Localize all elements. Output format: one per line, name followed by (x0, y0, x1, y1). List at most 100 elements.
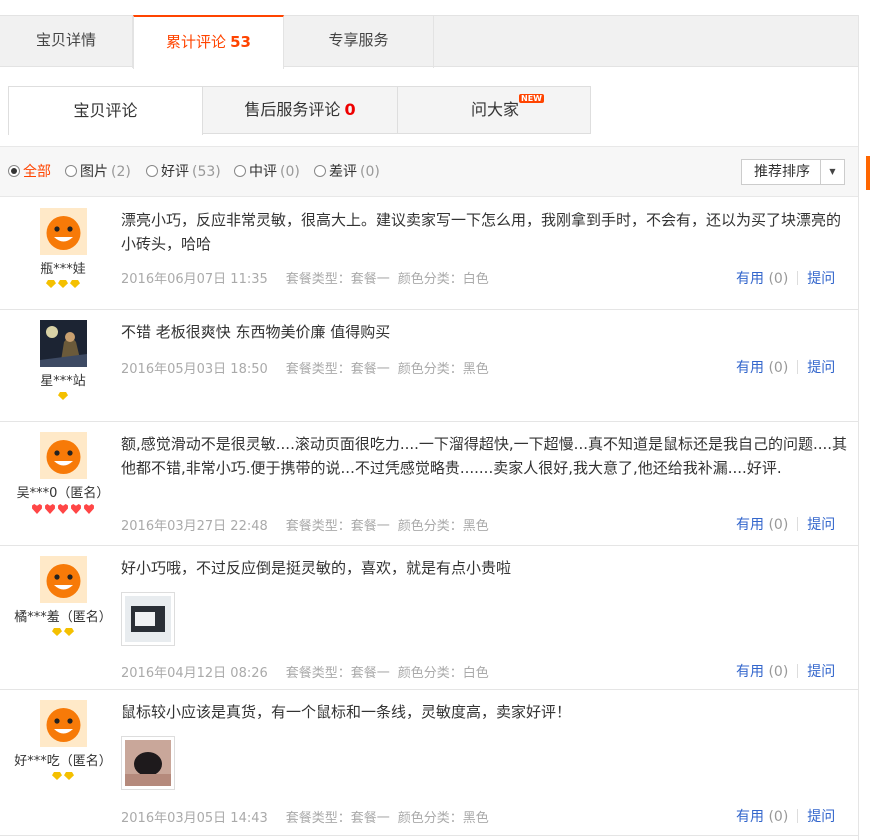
review-text: 鼠标较小应该是真货，有一个鼠标和一条线，灵敏度高，卖家好评！ (121, 703, 572, 721)
avatar (40, 208, 87, 255)
review-color: 颜色分类：白色 (397, 666, 489, 681)
review-actions: 有用 (0) 提问 (736, 514, 835, 534)
review-meta: 2016年05月03日 18:50 套餐类型：套餐一 颜色分类：黑色 (121, 358, 507, 377)
avatar (40, 556, 87, 603)
filter-pictures[interactable]: 图片 (2) (65, 163, 131, 181)
review-color: 颜色分类：黑色 (397, 811, 489, 826)
review-date: 2016年06月07日 11:35 (121, 272, 268, 287)
avatar (40, 700, 87, 747)
radio-icon (234, 165, 246, 177)
useful-label: 有用 (736, 517, 764, 533)
diamond-icon (58, 392, 68, 400)
reviewer-level (0, 772, 126, 784)
filter-bad[interactable]: 差评 (0) (314, 163, 380, 181)
after-sale-count: 0 (344, 100, 356, 119)
ask-button[interactable]: 提问 (807, 517, 835, 533)
diamond-icon (58, 280, 68, 288)
filter-count: (2) (111, 164, 131, 180)
filter-label: 全部 (23, 164, 51, 180)
avatar (40, 320, 87, 367)
ask-button[interactable]: 提问 (807, 664, 835, 680)
review-item: 瓶***娃 漂亮小巧，反应非常灵敏，很高大上。建议卖家写一下怎么用，我刚拿到手时… (0, 198, 858, 310)
filter-label: 好评 (161, 164, 189, 180)
new-badge: NEW (519, 94, 544, 103)
review-text: 漂亮小巧，反应非常灵敏，很高大上。建议卖家写一下怎么用，我刚拿到手时，不会有，还… (121, 211, 842, 253)
side-accent-bar (866, 156, 870, 190)
review-text: 好小巧哦，不过反应倒是挺灵敏的，喜欢，就是有点小贵啦 (121, 559, 512, 577)
review-meta: 2016年06月07日 11:35 套餐类型：套餐一 颜色分类：白色 (121, 268, 507, 287)
sort-dropdown[interactable]: 推荐排序 ▼ (741, 159, 845, 185)
tab-label: 宝贝详情 (35, 31, 96, 49)
reviewer-name: 星***站 (40, 374, 86, 389)
review-package: 套餐类型：套餐一 (285, 666, 390, 681)
filter-good[interactable]: 好评 (53) (146, 163, 221, 181)
heart-icon (58, 504, 68, 514)
subtab-item-reviews[interactable]: 宝贝评论 (8, 86, 203, 135)
review-date: 2016年03月27日 22:48 (121, 519, 268, 534)
filter-count: (0) (280, 164, 300, 180)
diamond-icon (52, 628, 62, 636)
reviewer-name: 橘***羞（匿名） (14, 610, 112, 625)
ask-button[interactable]: 提问 (807, 271, 835, 287)
review-actions: 有用 (0) 提问 (736, 268, 835, 288)
tab-label: 累计评论 (166, 33, 227, 51)
reviewer-name: 吴***0（匿名） (16, 486, 110, 501)
ask-button[interactable]: 提问 (807, 360, 835, 376)
useful-count: (0) (768, 517, 789, 533)
subtab-after-sale[interactable]: 售后服务评论 0 (203, 86, 398, 134)
heart-icon (71, 504, 81, 514)
subtab-label: 问大家 (470, 100, 519, 119)
useful-button[interactable]: 有用 (0) (736, 517, 788, 533)
useful-count: (0) (768, 271, 789, 287)
reviews-count: 53 (230, 33, 251, 51)
review-date: 2016年03月05日 14:43 (121, 811, 268, 826)
divider (797, 664, 799, 678)
review-item: 好***吃（匿名） 鼠标较小应该是真货，有一个鼠标和一条线，灵敏度高，卖家好评！… (0, 690, 858, 836)
useful-button[interactable]: 有用 (0) (736, 664, 788, 680)
heart-icon (84, 504, 94, 514)
review-package: 套餐类型：套餐一 (285, 811, 390, 826)
heart-icon (45, 504, 55, 514)
filter-label: 中评 (249, 164, 277, 180)
tab-reviews[interactable]: 累计评论 53 (133, 15, 284, 69)
review-actions: 有用 (0) 提问 (736, 661, 835, 681)
tab-service[interactable]: 专享服务 (284, 15, 434, 68)
review-item: 吴***0（匿名） 额,感觉滑动不是很灵敏....滚动页面很吃力....一下溜得… (0, 422, 858, 546)
subtab-label: 售后服务评论 (244, 100, 341, 119)
divider (797, 517, 799, 531)
review-photo-thumbnail[interactable] (121, 736, 175, 790)
radio-icon (146, 165, 158, 177)
divider (797, 271, 799, 285)
diamond-icon (46, 280, 56, 288)
review-text: 不错 老板很爽快 东西物美价廉 值得购买 (121, 323, 391, 341)
review-color: 颜色分类：黑色 (397, 362, 489, 377)
filter-all[interactable]: 全部 (8, 163, 51, 181)
diamond-icon (52, 772, 62, 780)
useful-button[interactable]: 有用 (0) (736, 271, 788, 287)
reviewer-level (0, 392, 126, 404)
heart-icon (32, 504, 42, 514)
review-actions: 有用 (0) 提问 (736, 806, 835, 826)
useful-button[interactable]: 有用 (0) (736, 809, 788, 825)
reviewer-name: 瓶***娃 (40, 262, 86, 277)
reviewer-name: 好***吃（匿名） (14, 754, 112, 769)
review-date: 2016年04月12日 08:26 (121, 666, 268, 681)
tab-item-details[interactable]: 宝贝详情 (0, 15, 133, 68)
divider (797, 809, 799, 823)
review-item: 橘***羞（匿名） 好小巧哦，不过反应倒是挺灵敏的，喜欢，就是有点小贵啦 201… (0, 546, 858, 690)
ask-button[interactable]: 提问 (807, 809, 835, 825)
sort-label: 推荐排序 (754, 164, 810, 180)
avatar (40, 432, 87, 479)
review-package: 套餐类型：套餐一 (285, 272, 390, 287)
review-package: 套餐类型：套餐一 (285, 362, 390, 377)
filter-medium[interactable]: 中评 (0) (234, 163, 300, 181)
filter-label: 差评 (329, 164, 357, 180)
review-actions: 有用 (0) 提问 (736, 357, 835, 377)
subtab-ask[interactable]: 问大家 NEW (398, 86, 592, 134)
review-meta: 2016年03月05日 14:43 套餐类型：套餐一 颜色分类：黑色 (121, 807, 507, 826)
useful-button[interactable]: 有用 (0) (736, 360, 788, 376)
divider (797, 360, 799, 374)
reviewer-level (0, 504, 126, 518)
review-meta: 2016年04月12日 08:26 套餐类型：套餐一 颜色分类：白色 (121, 662, 507, 681)
review-photo-thumbnail[interactable] (121, 592, 175, 646)
